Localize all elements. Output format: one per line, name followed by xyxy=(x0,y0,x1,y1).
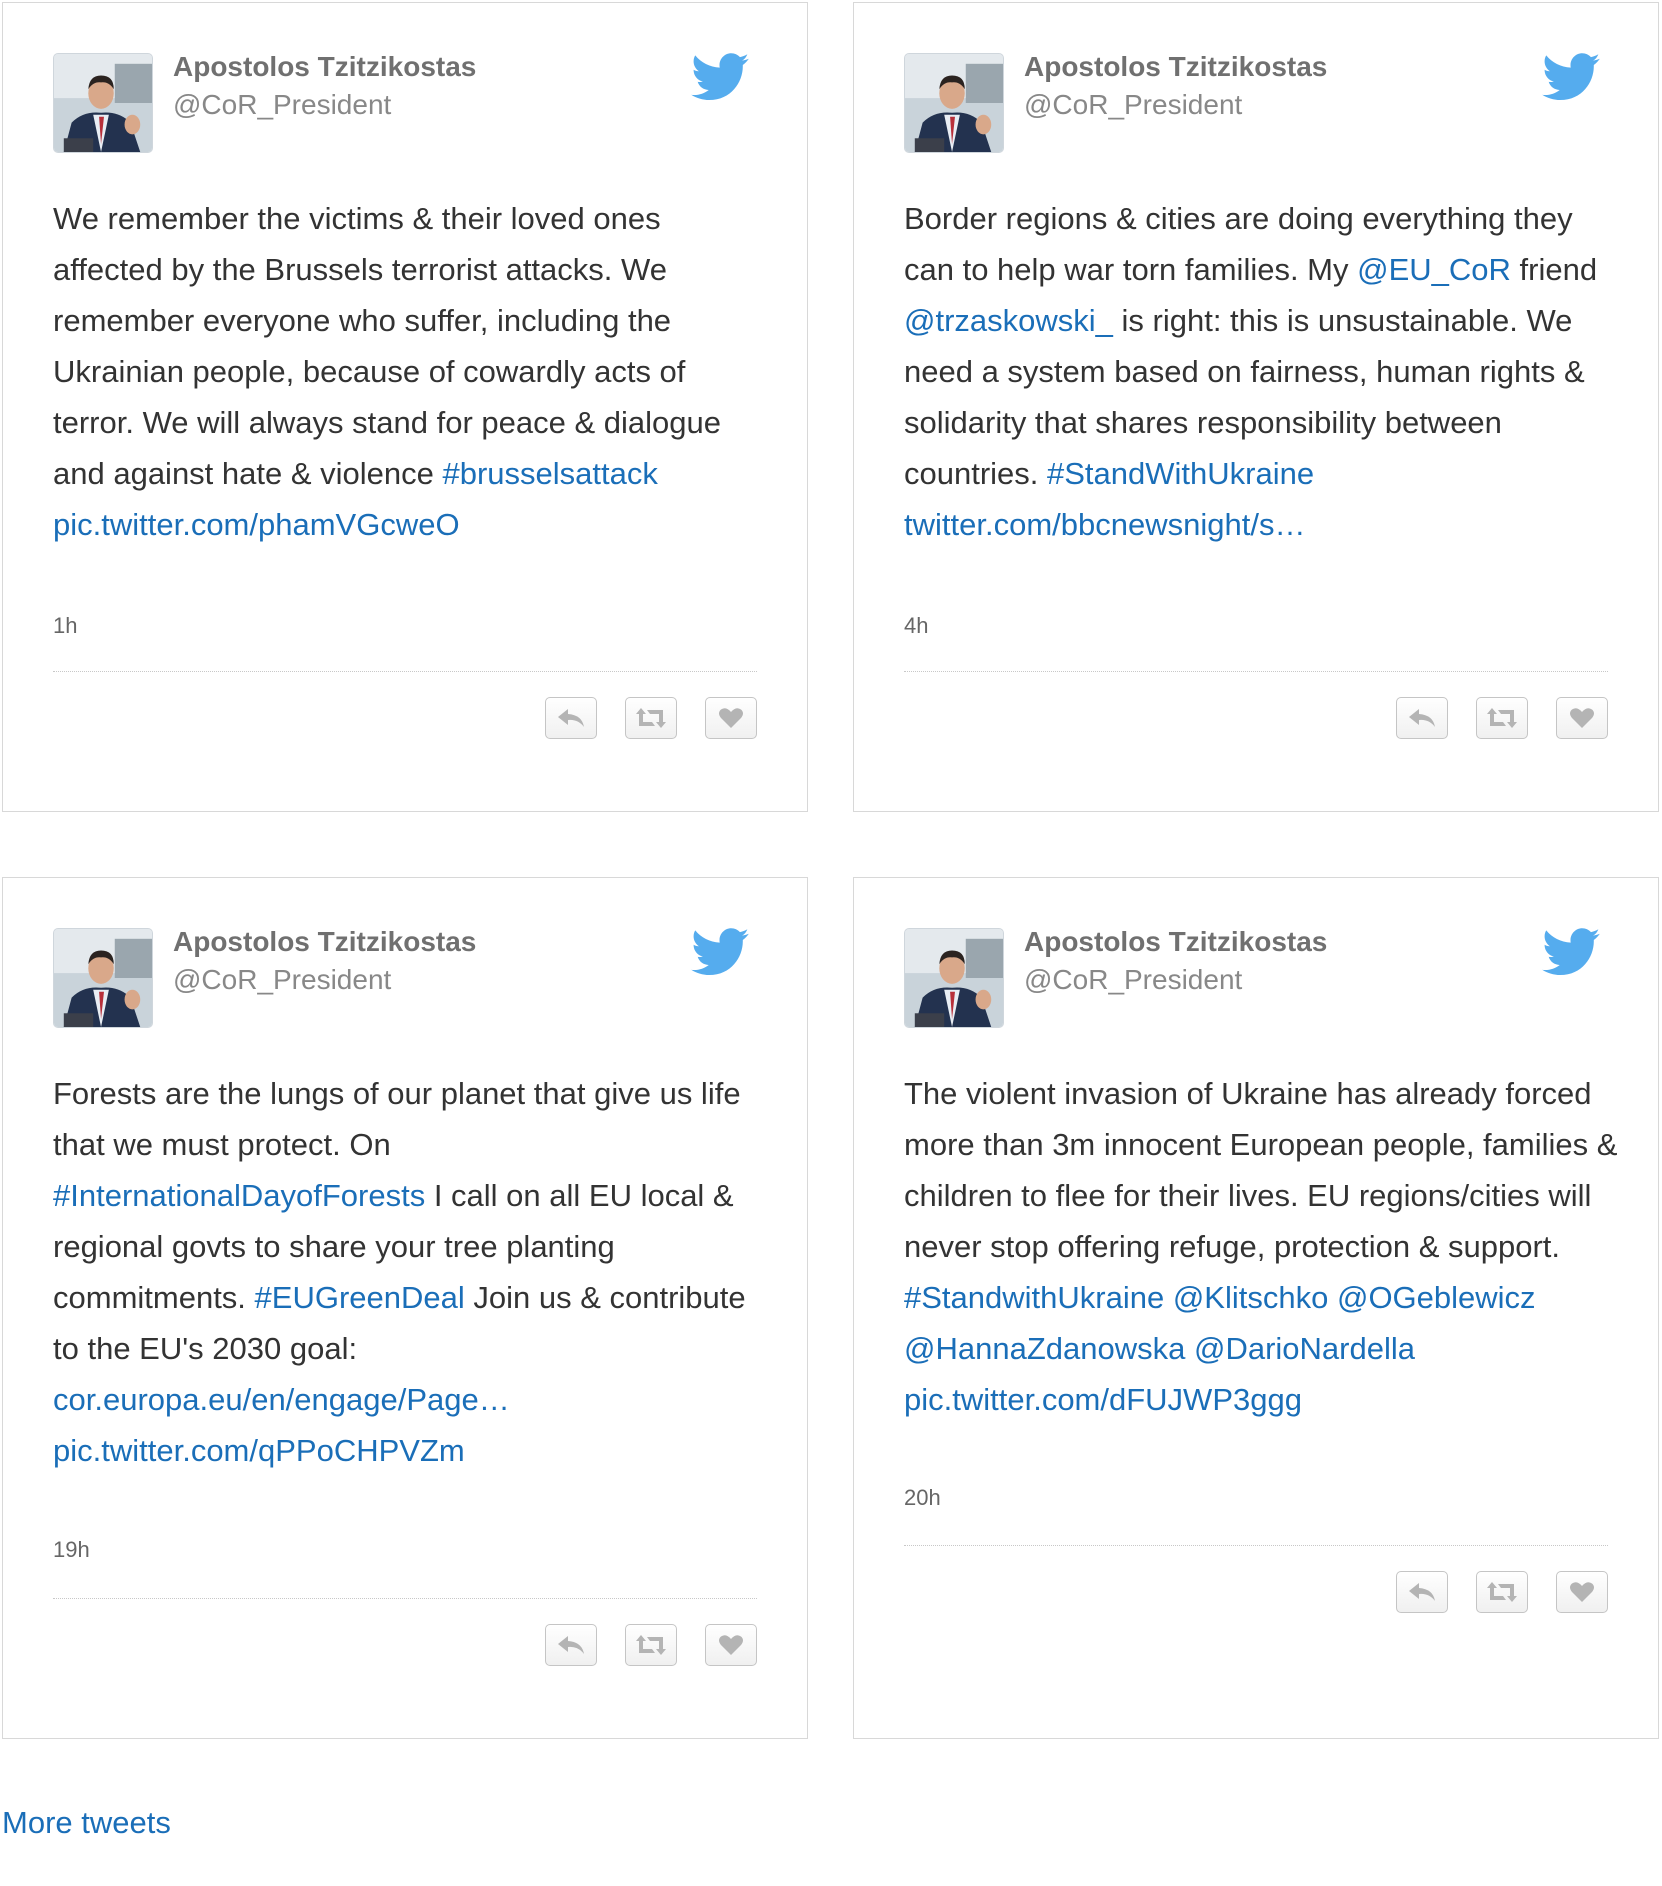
tweet-card: Apostolos Tzitzikostas @CoR_President We… xyxy=(2,2,808,812)
tweet-text-segment: Forests are the lungs of our planet that… xyxy=(53,1076,741,1162)
tweet-text: Forests are the lungs of our planet that… xyxy=(53,1068,768,1476)
author-name[interactable]: Apostolos Tzitzikostas xyxy=(173,51,476,83)
reply-icon xyxy=(1409,709,1435,727)
retweet-button[interactable] xyxy=(625,1624,677,1666)
tweet-text: We remember the victims & their loved on… xyxy=(53,193,768,550)
tweet-link[interactable]: pic.twitter.com/phamVGcweO xyxy=(53,507,460,542)
heart-icon xyxy=(1570,708,1594,728)
reply-icon xyxy=(558,1636,584,1654)
heart-icon xyxy=(719,708,743,728)
tweet-card: Apostolos Tzitzikostas @CoR_President Bo… xyxy=(853,2,1659,812)
heart-icon xyxy=(719,1635,743,1655)
divider xyxy=(904,1545,1608,1546)
tweet-actions xyxy=(545,1624,757,1666)
author-name[interactable]: Apostolos Tzitzikostas xyxy=(1024,926,1327,958)
tweet-timestamp[interactable]: 20h xyxy=(904,1485,941,1511)
tweet-link[interactable]: @OGeblewicz xyxy=(1337,1280,1536,1315)
author-handle[interactable]: @CoR_President xyxy=(173,964,391,996)
twitter-bird-icon[interactable] xyxy=(691,928,749,976)
retweet-icon xyxy=(1487,708,1517,728)
profile-photo xyxy=(905,929,1003,1027)
tweet-text-segment: We remember the victims & their loved on… xyxy=(53,201,721,491)
tweet-link[interactable]: #InternationalDayofForests xyxy=(53,1178,425,1213)
twitter-bird-icon[interactable] xyxy=(1542,53,1600,101)
divider xyxy=(904,671,1608,672)
tweet-actions xyxy=(1396,697,1608,739)
tweet-link[interactable]: #StandwithUkraine xyxy=(904,1280,1164,1315)
retweet-icon xyxy=(636,708,666,728)
tweet-link[interactable]: #StandWithUkraine xyxy=(1047,456,1314,491)
tweet-text-segment: The violent invasion of Ukraine has alre… xyxy=(904,1076,1618,1264)
reply-button[interactable] xyxy=(1396,697,1448,739)
tweet-text-segment xyxy=(1185,1331,1194,1366)
profile-photo xyxy=(905,54,1003,152)
tweet-actions xyxy=(545,697,757,739)
author-avatar[interactable] xyxy=(53,53,153,153)
author-avatar[interactable] xyxy=(53,928,153,1028)
heart-icon xyxy=(1570,1582,1594,1602)
tweet-link[interactable]: twitter.com/bbcnewsnight/s… xyxy=(904,507,1305,542)
tweet-card: Apostolos Tzitzikostas @CoR_President Fo… xyxy=(2,877,808,1739)
retweet-icon xyxy=(636,1635,666,1655)
tweet-text: Border regions & cities are doing everyt… xyxy=(904,193,1619,550)
tweet-text-segment xyxy=(1328,1280,1337,1315)
author-handle[interactable]: @CoR_President xyxy=(1024,89,1242,121)
retweet-button[interactable] xyxy=(625,697,677,739)
author-name[interactable]: Apostolos Tzitzikostas xyxy=(173,926,476,958)
tweet-link[interactable]: #brusselsattack xyxy=(443,456,658,491)
author-handle[interactable]: @CoR_President xyxy=(173,89,391,121)
tweet-timestamp[interactable]: 1h xyxy=(53,613,77,639)
author-handle[interactable]: @CoR_President xyxy=(1024,964,1242,996)
tweet-link[interactable]: cor.europa.eu/en/engage/Page… xyxy=(53,1382,510,1417)
like-button[interactable] xyxy=(705,697,757,739)
tweet-link[interactable]: @EU_CoR xyxy=(1357,252,1511,287)
like-button[interactable] xyxy=(705,1624,757,1666)
divider xyxy=(53,1598,757,1599)
reply-button[interactable] xyxy=(545,697,597,739)
tweet-link[interactable]: @Klitschko xyxy=(1173,1280,1329,1315)
tweet-text-segment xyxy=(1164,1280,1173,1315)
tweet-link[interactable]: @trzaskowski_ xyxy=(904,303,1113,338)
divider xyxy=(53,671,757,672)
tweet-link[interactable]: @DarioNardella xyxy=(1194,1331,1415,1366)
profile-photo xyxy=(54,929,152,1027)
reply-button[interactable] xyxy=(545,1624,597,1666)
author-avatar[interactable] xyxy=(904,53,1004,153)
retweet-button[interactable] xyxy=(1476,1571,1528,1613)
retweet-button[interactable] xyxy=(1476,697,1528,739)
tweet-link[interactable]: @HannaZdanowska xyxy=(904,1331,1185,1366)
tweet-text: The violent invasion of Ukraine has alre… xyxy=(904,1068,1619,1425)
tweet-link[interactable]: pic.twitter.com/qPPoCHPVZm xyxy=(53,1433,465,1468)
profile-photo xyxy=(54,54,152,152)
reply-icon xyxy=(558,709,584,727)
author-name[interactable]: Apostolos Tzitzikostas xyxy=(1024,51,1327,83)
tweet-timestamp[interactable]: 19h xyxy=(53,1537,90,1563)
twitter-bird-icon[interactable] xyxy=(691,53,749,101)
tweet-text-segment: friend xyxy=(1510,252,1598,287)
tweet-actions xyxy=(1396,1571,1608,1613)
reply-icon xyxy=(1409,1583,1435,1601)
like-button[interactable] xyxy=(1556,697,1608,739)
twitter-bird-icon[interactable] xyxy=(1542,928,1600,976)
reply-button[interactable] xyxy=(1396,1571,1448,1613)
retweet-icon xyxy=(1487,1582,1517,1602)
like-button[interactable] xyxy=(1556,1571,1608,1613)
tweet-timestamp[interactable]: 4h xyxy=(904,613,928,639)
tweet-link[interactable]: #EUGreenDeal xyxy=(255,1280,465,1315)
more-tweets-link[interactable]: More tweets xyxy=(2,1805,171,1841)
tweet-card: Apostolos Tzitzikostas @CoR_President Th… xyxy=(853,877,1659,1739)
author-avatar[interactable] xyxy=(904,928,1004,1028)
tweet-link[interactable]: pic.twitter.com/dFUJWP3ggg xyxy=(904,1382,1302,1417)
